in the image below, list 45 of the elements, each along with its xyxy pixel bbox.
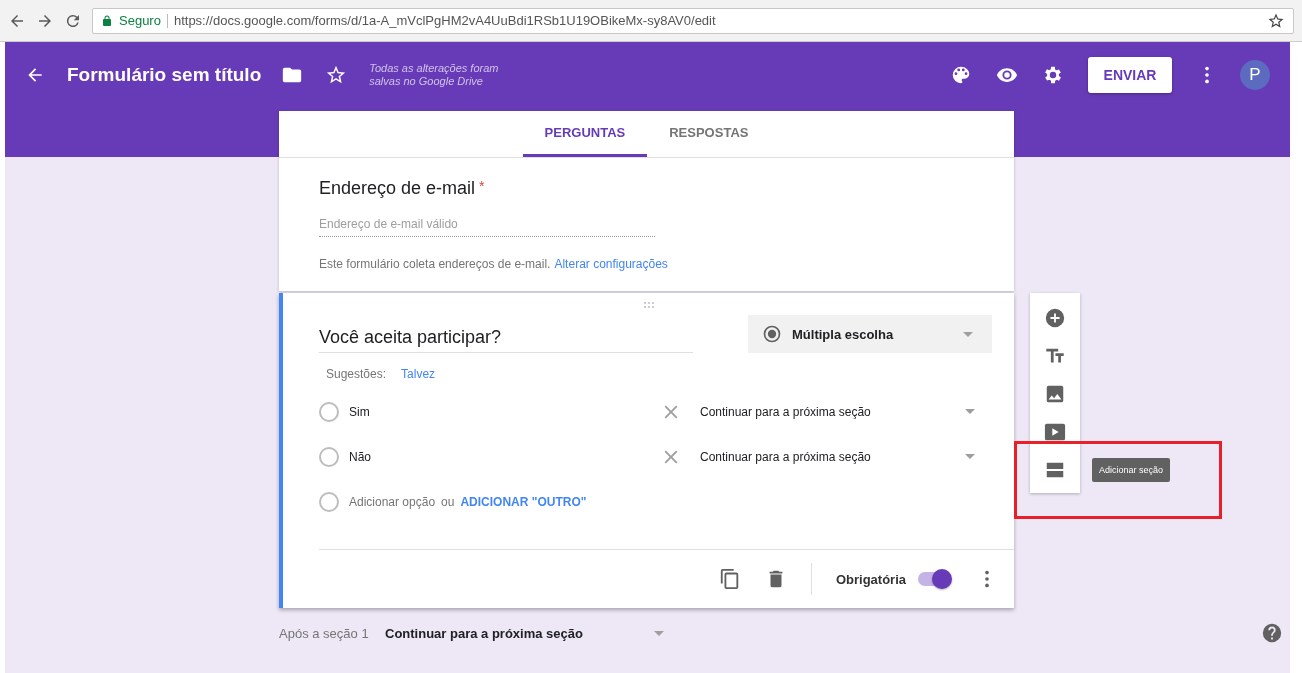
star-icon[interactable] [325,64,348,86]
caret-icon [654,630,664,636]
tab[interactable]: PERGUNTAS [522,111,648,157]
required-asterisk: * [479,178,485,194]
tab[interactable]: RESPOSTAS [647,111,771,157]
settings-link[interactable]: Alterar configurações [554,257,668,271]
go-to-section-dropdown[interactable]: Continuar para a próxima seção [700,404,960,419]
option-label[interactable]: Não [349,449,660,464]
settings-icon[interactable] [1042,64,1064,86]
required-label: Obrigatória [835,571,906,587]
question-type-dropdown[interactable]: Múltipla escolha [748,315,992,353]
question-title: Endereço de e-mail [319,178,476,199]
section-navigation-dropdown[interactable]: Continuar para a próxima seção [385,625,639,641]
after-section-label: Após a seção 1 [279,625,370,641]
go-to-section-dropdown[interactable]: Continuar para a próxima seção [700,449,960,464]
save-status: Todas as alterações foram salvas no Google Drive [369,62,499,88]
form-title: Formulário sem título [67,64,262,86]
address-bar[interactable]: Seguro https://docs.google.com/forms/d/1a-A_mVclPgHM2vA4UuBdi1RSb1U19OBikeMx-sy8AV0/edit [92,7,1294,34]
suggestions-label: Sugestões: [326,367,387,381]
add-question-icon[interactable] [1044,307,1066,329]
avatar[interactable]: P [1240,60,1270,90]
or-text: ou [441,494,455,509]
caret-icon [965,409,975,414]
tooltip: Adicionar seção [1092,458,1171,482]
caret-icon [965,454,975,459]
email-note: Este formulário coleta endereços de e-mail. [319,257,551,271]
suggestion-link[interactable]: Talvez [401,367,436,381]
url-text: https://docs.google.com/forms/d/1a-A_mVclPgHM2vA4UuBdi1RSb1U19OBikeMx-sy8AV0/edit [173,13,717,28]
lock-icon [101,14,113,27]
question-title-field[interactable]: Você aceita participar? [319,327,693,353]
send-button[interactable]: ENVIAR [1088,57,1172,93]
image-icon[interactable] [1044,383,1066,405]
radio-button[interactable] [319,446,339,467]
option-label[interactable]: Sim [349,404,660,419]
secure-label: Seguro [119,13,161,28]
video-icon[interactable] [1044,421,1066,443]
add-option-field[interactable]: Adicionar opção [349,494,436,509]
caret-icon [963,331,973,337]
copy-icon[interactable] [718,568,741,590]
radio-button[interactable] [319,401,339,422]
help-icon[interactable] [1261,622,1283,644]
required-toggle[interactable] [916,569,952,589]
palette-icon[interactable] [950,64,972,86]
radio-icon [762,324,782,344]
add-other-link[interactable]: ADICIONAR "OUTRO" [460,494,587,509]
